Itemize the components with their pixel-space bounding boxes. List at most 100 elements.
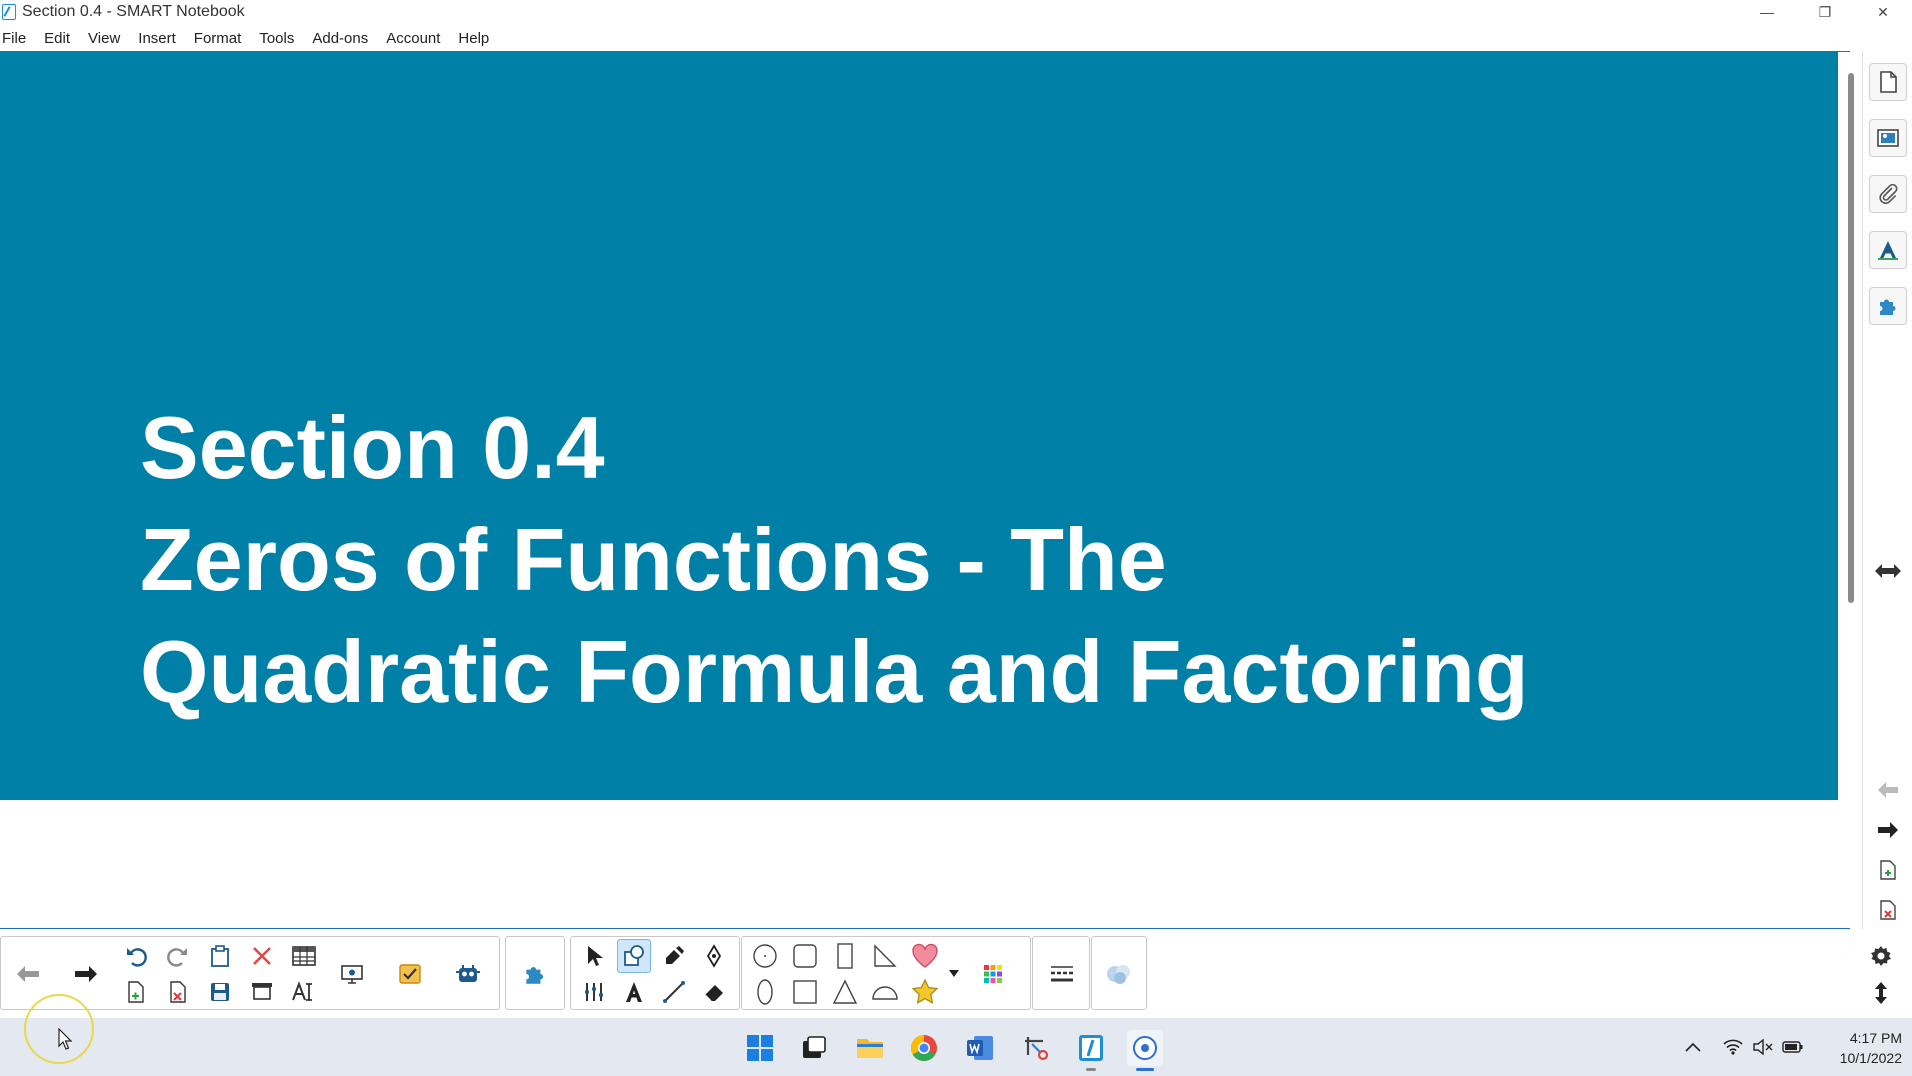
- sidebar-add-page-button[interactable]: [1871, 855, 1905, 885]
- notebook-running-indicator: [1086, 1068, 1096, 1071]
- clock-time: 4:17 PM: [1849, 1030, 1902, 1046]
- battery-button[interactable]: [1782, 1036, 1804, 1058]
- smart-notebook-app-icon: [2, 4, 16, 20]
- delete-page-button[interactable]: [161, 975, 195, 1009]
- eraser-tool[interactable]: [697, 975, 731, 1009]
- shapes-more-dropdown[interactable]: [946, 957, 962, 991]
- menu-insert[interactable]: Insert: [131, 30, 183, 47]
- move-toolbar-button[interactable]: [1864, 976, 1898, 1010]
- triangle-shape[interactable]: [828, 975, 862, 1009]
- word-button[interactable]: [962, 1030, 998, 1066]
- circle-shape[interactable]: [748, 939, 782, 973]
- text-tool[interactable]: [617, 975, 651, 1009]
- menu-account[interactable]: Account: [379, 30, 447, 47]
- addons-tab[interactable]: [1869, 287, 1907, 325]
- rounded-square-shape[interactable]: [788, 939, 822, 973]
- screen-capture-button[interactable]: [335, 957, 369, 991]
- line-tool[interactable]: [657, 975, 691, 1009]
- slide-title[interactable]: Section 0.4 Zeros of Functions - The Qua…: [140, 392, 1529, 728]
- heart-shape[interactable]: [908, 939, 942, 973]
- measurement-tool[interactable]: [577, 975, 611, 1009]
- smart-notebook-taskbar-button[interactable]: [1073, 1030, 1109, 1066]
- star-shape[interactable]: [908, 975, 942, 1009]
- menu-file[interactable]: File: [0, 30, 33, 47]
- gallery-icon: [1877, 129, 1899, 147]
- line-style-icon: [1051, 966, 1073, 982]
- previous-page-button[interactable]: [11, 957, 45, 991]
- close-button[interactable]: ✕: [1854, 0, 1912, 24]
- menu-addons[interactable]: Add-ons: [305, 30, 375, 47]
- arrow-right-icon: [75, 966, 97, 982]
- move-sidebar-button[interactable]: [1871, 556, 1905, 586]
- addons-button[interactable]: [518, 957, 552, 991]
- notebook-canvas[interactable]: Section 0.4 Zeros of Functions - The Qua…: [0, 51, 1850, 929]
- screen-shade-button[interactable]: [245, 975, 279, 1009]
- screen-shade-icon: [252, 983, 272, 1000]
- add-page-button[interactable]: [119, 975, 153, 1009]
- lab-activity-button[interactable]: [451, 957, 485, 991]
- restore-button[interactable]: ❐: [1796, 0, 1854, 24]
- font-icon: [292, 981, 312, 1001]
- save-button[interactable]: [203, 975, 237, 1009]
- customize-toolbar-button[interactable]: [1864, 940, 1898, 974]
- volume-button[interactable]: [1752, 1036, 1774, 1058]
- slide-title-banner: Section 0.4 Zeros of Functions - The Qua…: [0, 52, 1838, 800]
- gallery-tab[interactable]: [1869, 119, 1907, 157]
- menu-view[interactable]: View: [81, 30, 127, 47]
- minimize-button[interactable]: —: [1738, 0, 1796, 24]
- vertical-arrows-icon: [1875, 982, 1887, 1004]
- square-shape[interactable]: [788, 975, 822, 1009]
- semicircle-shape[interactable]: [868, 975, 902, 1009]
- sidebar-next-page-button[interactable]: [1871, 815, 1905, 845]
- show-hidden-icons-button[interactable]: [1682, 1036, 1704, 1058]
- rounded-square-icon: [793, 944, 817, 968]
- color-picker-button[interactable]: [976, 957, 1010, 991]
- properties-tab[interactable]: [1869, 231, 1907, 269]
- page-sorter-tab[interactable]: [1869, 63, 1907, 101]
- snipping-tool-button[interactable]: [1018, 1030, 1054, 1066]
- delete-button[interactable]: [245, 939, 279, 973]
- file-explorer-button[interactable]: [852, 1030, 888, 1066]
- ellipse-shape[interactable]: [748, 975, 782, 1009]
- screen-recorder-button[interactable]: [1127, 1030, 1163, 1066]
- text-a-icon: [626, 982, 642, 1002]
- attachments-tab[interactable]: [1869, 175, 1907, 213]
- paste-button[interactable]: [203, 939, 237, 973]
- menu-tools[interactable]: Tools: [252, 30, 301, 47]
- chrome-button[interactable]: [906, 1030, 942, 1066]
- redo-button[interactable]: [161, 939, 195, 973]
- sidebar-delete-page-button[interactable]: [1871, 895, 1905, 925]
- arrow-left-icon: [1878, 782, 1898, 798]
- chevron-up-icon: [1685, 1042, 1701, 1052]
- right-triangle-shape[interactable]: [868, 939, 902, 973]
- tall-rectangle-shape[interactable]: [828, 939, 862, 973]
- menu-help[interactable]: Help: [451, 30, 496, 47]
- menu-bar: File Edit View Insert Format Tools Add-o…: [0, 26, 500, 50]
- sidebar-previous-page-button[interactable]: [1871, 775, 1905, 805]
- select-tool[interactable]: [577, 939, 611, 973]
- save-icon: [211, 983, 229, 1001]
- network-button[interactable]: [1722, 1036, 1744, 1058]
- battery-icon: [1782, 1041, 1803, 1053]
- menu-edit[interactable]: Edit: [37, 30, 77, 47]
- clock[interactable]: 4:17 PM 10/1/2022: [1818, 1028, 1902, 1068]
- pens-tool[interactable]: [657, 939, 691, 973]
- creative-pen-tool[interactable]: [697, 939, 731, 973]
- next-page-button[interactable]: [69, 957, 103, 991]
- clipboard-icon: [211, 945, 229, 967]
- undo-button[interactable]: [119, 939, 153, 973]
- gear-icon: [1871, 946, 1891, 966]
- task-view-button[interactable]: [796, 1030, 832, 1066]
- toolbar-group-tools: [570, 936, 740, 1010]
- start-button[interactable]: [742, 1030, 778, 1066]
- line-style-button[interactable]: [1045, 957, 1079, 991]
- toolbar-group-addons: [505, 936, 565, 1010]
- main-toolbar: [0, 934, 1912, 1012]
- fill-effects-button[interactable]: [1102, 957, 1136, 991]
- insert-table-button[interactable]: [287, 939, 321, 973]
- menu-format[interactable]: Format: [187, 30, 249, 47]
- vertical-scrollbar[interactable]: [1848, 73, 1854, 603]
- shape-pen-tool[interactable]: [617, 939, 651, 973]
- response-button[interactable]: [393, 957, 427, 991]
- text-style-button[interactable]: [287, 975, 321, 1009]
